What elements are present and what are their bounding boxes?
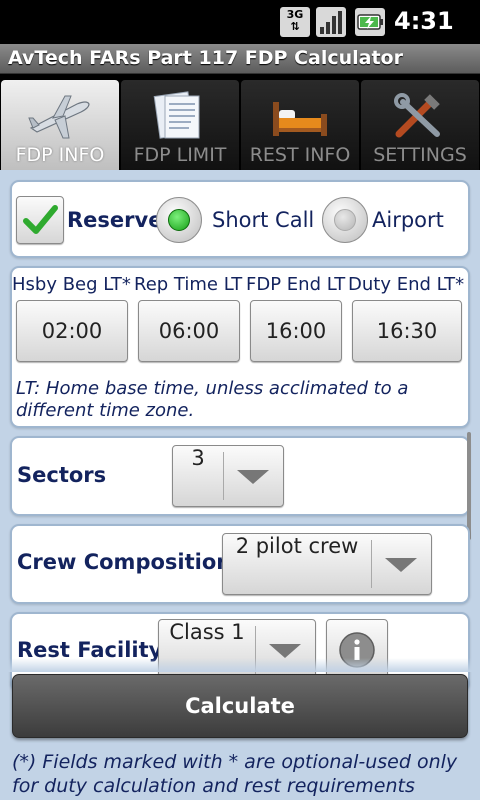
airplane-icon [28, 95, 90, 139]
tab-rest-info[interactable]: REST INFO [241, 80, 359, 170]
battery-charging-icon [355, 8, 385, 36]
network-type: 3G [286, 8, 304, 21]
sectors-value: 3 [191, 446, 205, 470]
duty-end-time-button[interactable]: 16:30 [352, 300, 462, 362]
reserve-checkbox[interactable] [16, 196, 64, 244]
hsby-beg-header: Hsby Beg LT* [12, 274, 131, 295]
tab-settings[interactable]: SETTINGS [361, 80, 479, 170]
times-panel: Hsby Beg LT* Rep Time LT FDP End LT Duty… [10, 266, 470, 428]
crew-composition-value: 2 pilot crew [235, 534, 359, 558]
tab-label: FDP LIMIT [133, 144, 227, 166]
calculate-button[interactable]: Calculate [12, 674, 468, 738]
tab-label: FDP INFO [15, 144, 105, 166]
sectors-dropdown[interactable]: 3 [172, 445, 284, 507]
crew-composition-dropdown[interactable]: 2 pilot crew [222, 533, 432, 595]
fdp-end-header: FDP End LT [246, 274, 346, 295]
crew-composition-label: Crew Composition [17, 550, 232, 574]
app-title-bar: AvTech FARs Part 117 FDP Calculator [0, 44, 480, 74]
short-call-label: Short Call [212, 208, 315, 232]
tab-bar: FDP INFO FDP LIMIT REST INFO SETTINGS [0, 74, 480, 170]
lt-note: LT: Home base time, unless acclimated to… [16, 378, 409, 421]
airport-radio[interactable] [322, 197, 368, 243]
tools-icon [394, 93, 440, 138]
fdp-end-time-button[interactable]: 16:00 [250, 300, 342, 362]
crew-panel: Crew Composition 2 pilot crew [10, 524, 470, 604]
airport-label: Airport [372, 208, 444, 232]
fdp-info-form: Reserve Short Call Airport Hsby Beg LT* … [0, 170, 480, 800]
dropdown-arrow-icon [385, 558, 417, 572]
rep-time-header: Rep Time LT [134, 274, 243, 295]
optional-fields-footnote: (*) Fields marked with * are optional-us… [12, 751, 458, 797]
dropdown-arrow-icon [269, 644, 301, 658]
dropdown-arrow-icon [237, 470, 269, 484]
sectors-panel: Sectors 3 [10, 436, 470, 516]
duty-end-header: Duty End LT* [348, 274, 465, 295]
bed-icon [273, 102, 327, 136]
scrollbar[interactable] [467, 432, 471, 540]
network-3g-icon: 3G ⇅ [280, 7, 310, 37]
sectors-label: Sectors [17, 463, 107, 487]
app-title: AvTech FARs Part 117 FDP Calculator [8, 47, 403, 69]
tab-fdp-limit[interactable]: FDP LIMIT [121, 80, 239, 170]
checkmark-icon [23, 205, 58, 234]
rep-time-button[interactable]: 06:00 [138, 300, 240, 362]
reserve-panel: Reserve Short Call Airport [10, 180, 470, 258]
signal-strength-icon [316, 7, 346, 37]
short-call-radio[interactable] [156, 197, 202, 243]
status-bar: 3G⇅ 4:31 PM [0, 0, 480, 61]
documents-icon [153, 91, 200, 139]
tab-label: SETTINGS [373, 144, 467, 166]
reserve-label: Reserve [67, 208, 163, 232]
tab-label: REST INFO [249, 144, 351, 166]
hsby-beg-time-button[interactable]: 02:00 [16, 300, 128, 362]
tab-fdp-info[interactable]: FDP INFO [1, 80, 119, 170]
